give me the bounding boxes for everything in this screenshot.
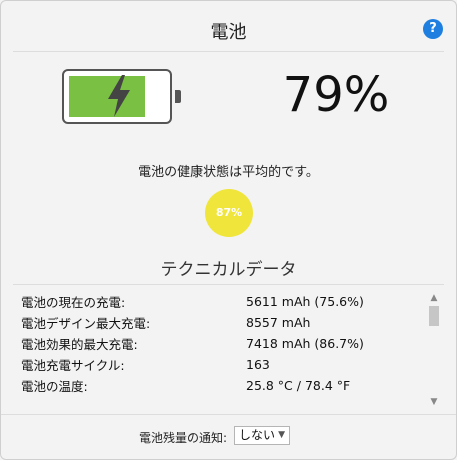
help-button[interactable]: ? [423,19,443,39]
row-value: 163 [246,357,270,372]
table-row: 電池の現在の充電: 5611 mAh (75.6%) [13,291,424,312]
technical-data-list[interactable]: 電池の現在の充電: 5611 mAh (75.6%) 電池デザイン最大充電: 8… [13,291,424,409]
divider [13,284,444,285]
battery-window: 電池 ? 79% 電池の健康状態は平均的です。 87% テクニカルデータ 電池の… [0,0,457,460]
divider [1,414,456,415]
divider [13,51,444,52]
row-label: 電池デザイン最大充電: [21,316,151,331]
health-status-text: 電池の健康状態は平均的です。 [138,165,319,180]
chevron-down-icon: ▼ [278,430,285,440]
row-label: 電池の現在の充電: [21,295,126,310]
row-value: 5611 mAh (75.6%) [246,294,364,309]
scroll-down-arrow-icon[interactable]: ▼ [426,395,442,409]
battery-percent: 79% [282,67,390,123]
table-row: 電池デザイン最大充電: 8557 mAh [13,312,424,333]
row-value: 8557 mAh [246,315,311,330]
row-value: 25.8 °C / 78.4 °F [246,378,351,393]
table-row: 電池充電サイクル: 163 [13,354,424,375]
technical-data-title: テクニカルデータ [160,260,297,280]
scroll-up-arrow-icon[interactable]: ▲ [426,291,442,305]
health-badge: 87% [205,189,253,237]
notify-select[interactable]: しない ▼ [234,426,290,445]
row-label: 電池効果的最大充電: [21,337,138,352]
table-row: 電池効果的最大充電: 7418 mAh (86.7%) [13,333,424,354]
notify-select-value: しない [239,428,276,442]
row-value: 7418 mAh (86.7%) [246,336,364,351]
question-icon: ? [429,21,437,36]
notify-label: 電池残量の通知: [139,431,228,445]
row-label: 電池充電サイクル: [21,358,125,373]
window-title: 電池 [210,22,247,43]
row-label: 電池の温度: [21,379,88,394]
vertical-scrollbar[interactable]: ▲ ▼ [426,291,442,409]
scrollbar-thumb[interactable] [429,306,439,326]
lightning-bolt-icon [108,75,130,117]
table-row: 電池の温度: 25.8 °C / 78.4 °F [13,375,424,396]
battery-terminal [175,90,181,103]
